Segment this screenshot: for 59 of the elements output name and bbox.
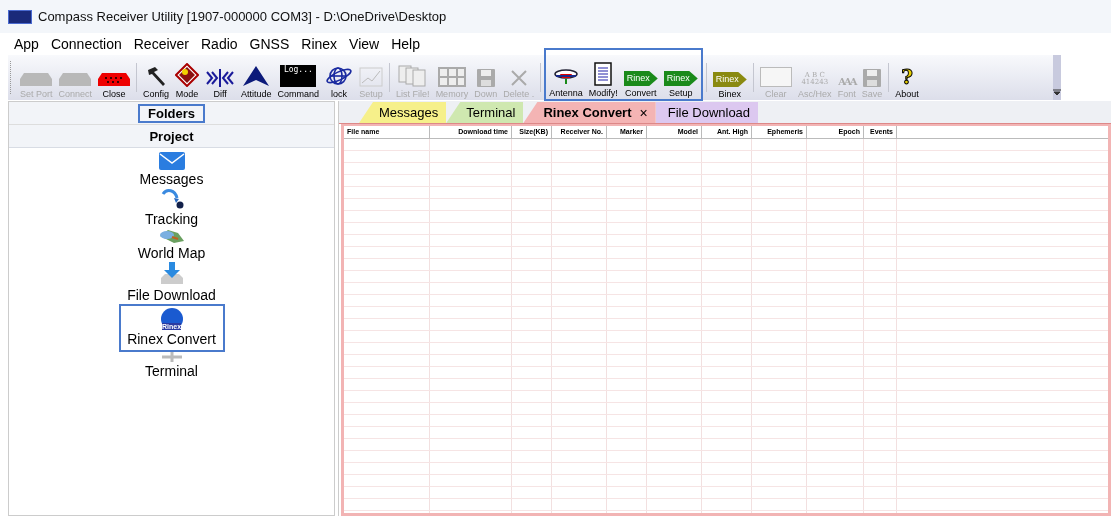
toolbar-button[interactable]: Rinex Convert — [620, 55, 661, 99]
antenna-icon — [553, 68, 578, 86]
toolbar-button[interactable]: Rinex Setup — [660, 55, 701, 99]
toolbar-button[interactable]: Diff — [202, 55, 239, 100]
folder-item[interactable]: Rinex Convert — [126, 331, 217, 348]
envelope-icon — [158, 152, 185, 170]
toolbar-button[interactable]: Attitude — [238, 55, 275, 100]
menu-item[interactable]: Radio — [195, 36, 244, 52]
download-icon — [158, 262, 185, 286]
toolbar-button[interactable]: Config — [140, 55, 173, 100]
menu-item[interactable]: Receiver — [127, 36, 195, 52]
map-icon — [157, 228, 186, 244]
menu-item[interactable]: View — [343, 36, 386, 52]
graph-icon — [359, 67, 384, 87]
document-icon — [594, 62, 613, 86]
font-icon: AAA — [838, 77, 856, 87]
folder-item[interactable]: Terminal — [126, 363, 217, 380]
globe-icon — [325, 65, 354, 87]
menu-item[interactable]: GNSS — [243, 36, 296, 52]
section-header: Project — [9, 125, 334, 148]
plug-icon — [98, 71, 131, 87]
toolbar-button[interactable]: ? About — [892, 55, 922, 100]
diamond-icon — [175, 63, 200, 87]
plug-icon — [20, 71, 53, 87]
overflow-icon[interactable] — [1053, 88, 1061, 96]
cross-icon — [509, 69, 528, 87]
toolbar-button[interactable]: Modify! — [585, 55, 621, 99]
diff-icon — [205, 69, 236, 87]
question-mark-icon: ? — [901, 67, 913, 87]
folder-item[interactable]: Tracking — [126, 211, 217, 228]
console-icon: Log... — [280, 65, 317, 87]
window-title: Compass Receiver Utility [1907-000000 COM3] - D:\OneDrive\Desktop — [38, 9, 447, 24]
toolbar-button[interactable]: lock — [322, 55, 357, 100]
toolbar-button[interactable]: Log... Command — [274, 55, 323, 100]
tab[interactable]: Terminal — [446, 102, 524, 123]
folder-item[interactable]: World Map — [126, 245, 217, 262]
menu-item[interactable]: App — [8, 36, 45, 52]
tab[interactable]: File Download — [655, 102, 759, 123]
terminal-icon — [160, 352, 183, 362]
menu-item[interactable]: Help — [385, 36, 426, 52]
toolbar-button[interactable]: Mode — [172, 55, 203, 100]
toolbar-button[interactable]: Rinex Binex — [709, 55, 750, 100]
grid-icon — [437, 67, 466, 87]
close-icon[interactable]: × — [639, 104, 648, 121]
tab[interactable]: Rinex Convert × — [523, 102, 656, 123]
hammer-icon — [145, 65, 168, 87]
peak-icon — [242, 65, 271, 87]
folders-header[interactable]: Folders — [138, 103, 205, 123]
blank-icon — [759, 67, 792, 87]
menu-item[interactable]: Rinex — [295, 36, 344, 52]
menu-item[interactable]: Connection — [44, 36, 128, 52]
tab[interactable]: Messages — [359, 102, 447, 123]
folder-item[interactable]: Messages — [126, 171, 217, 188]
documents-icon — [397, 65, 428, 87]
toolbar-button[interactable]: Antenna — [546, 55, 586, 99]
toolbar-button[interactable]: Close — [95, 55, 134, 100]
plug-icon — [59, 71, 92, 87]
folder-item[interactable]: File Download — [126, 287, 217, 304]
app-icon — [8, 9, 32, 24]
